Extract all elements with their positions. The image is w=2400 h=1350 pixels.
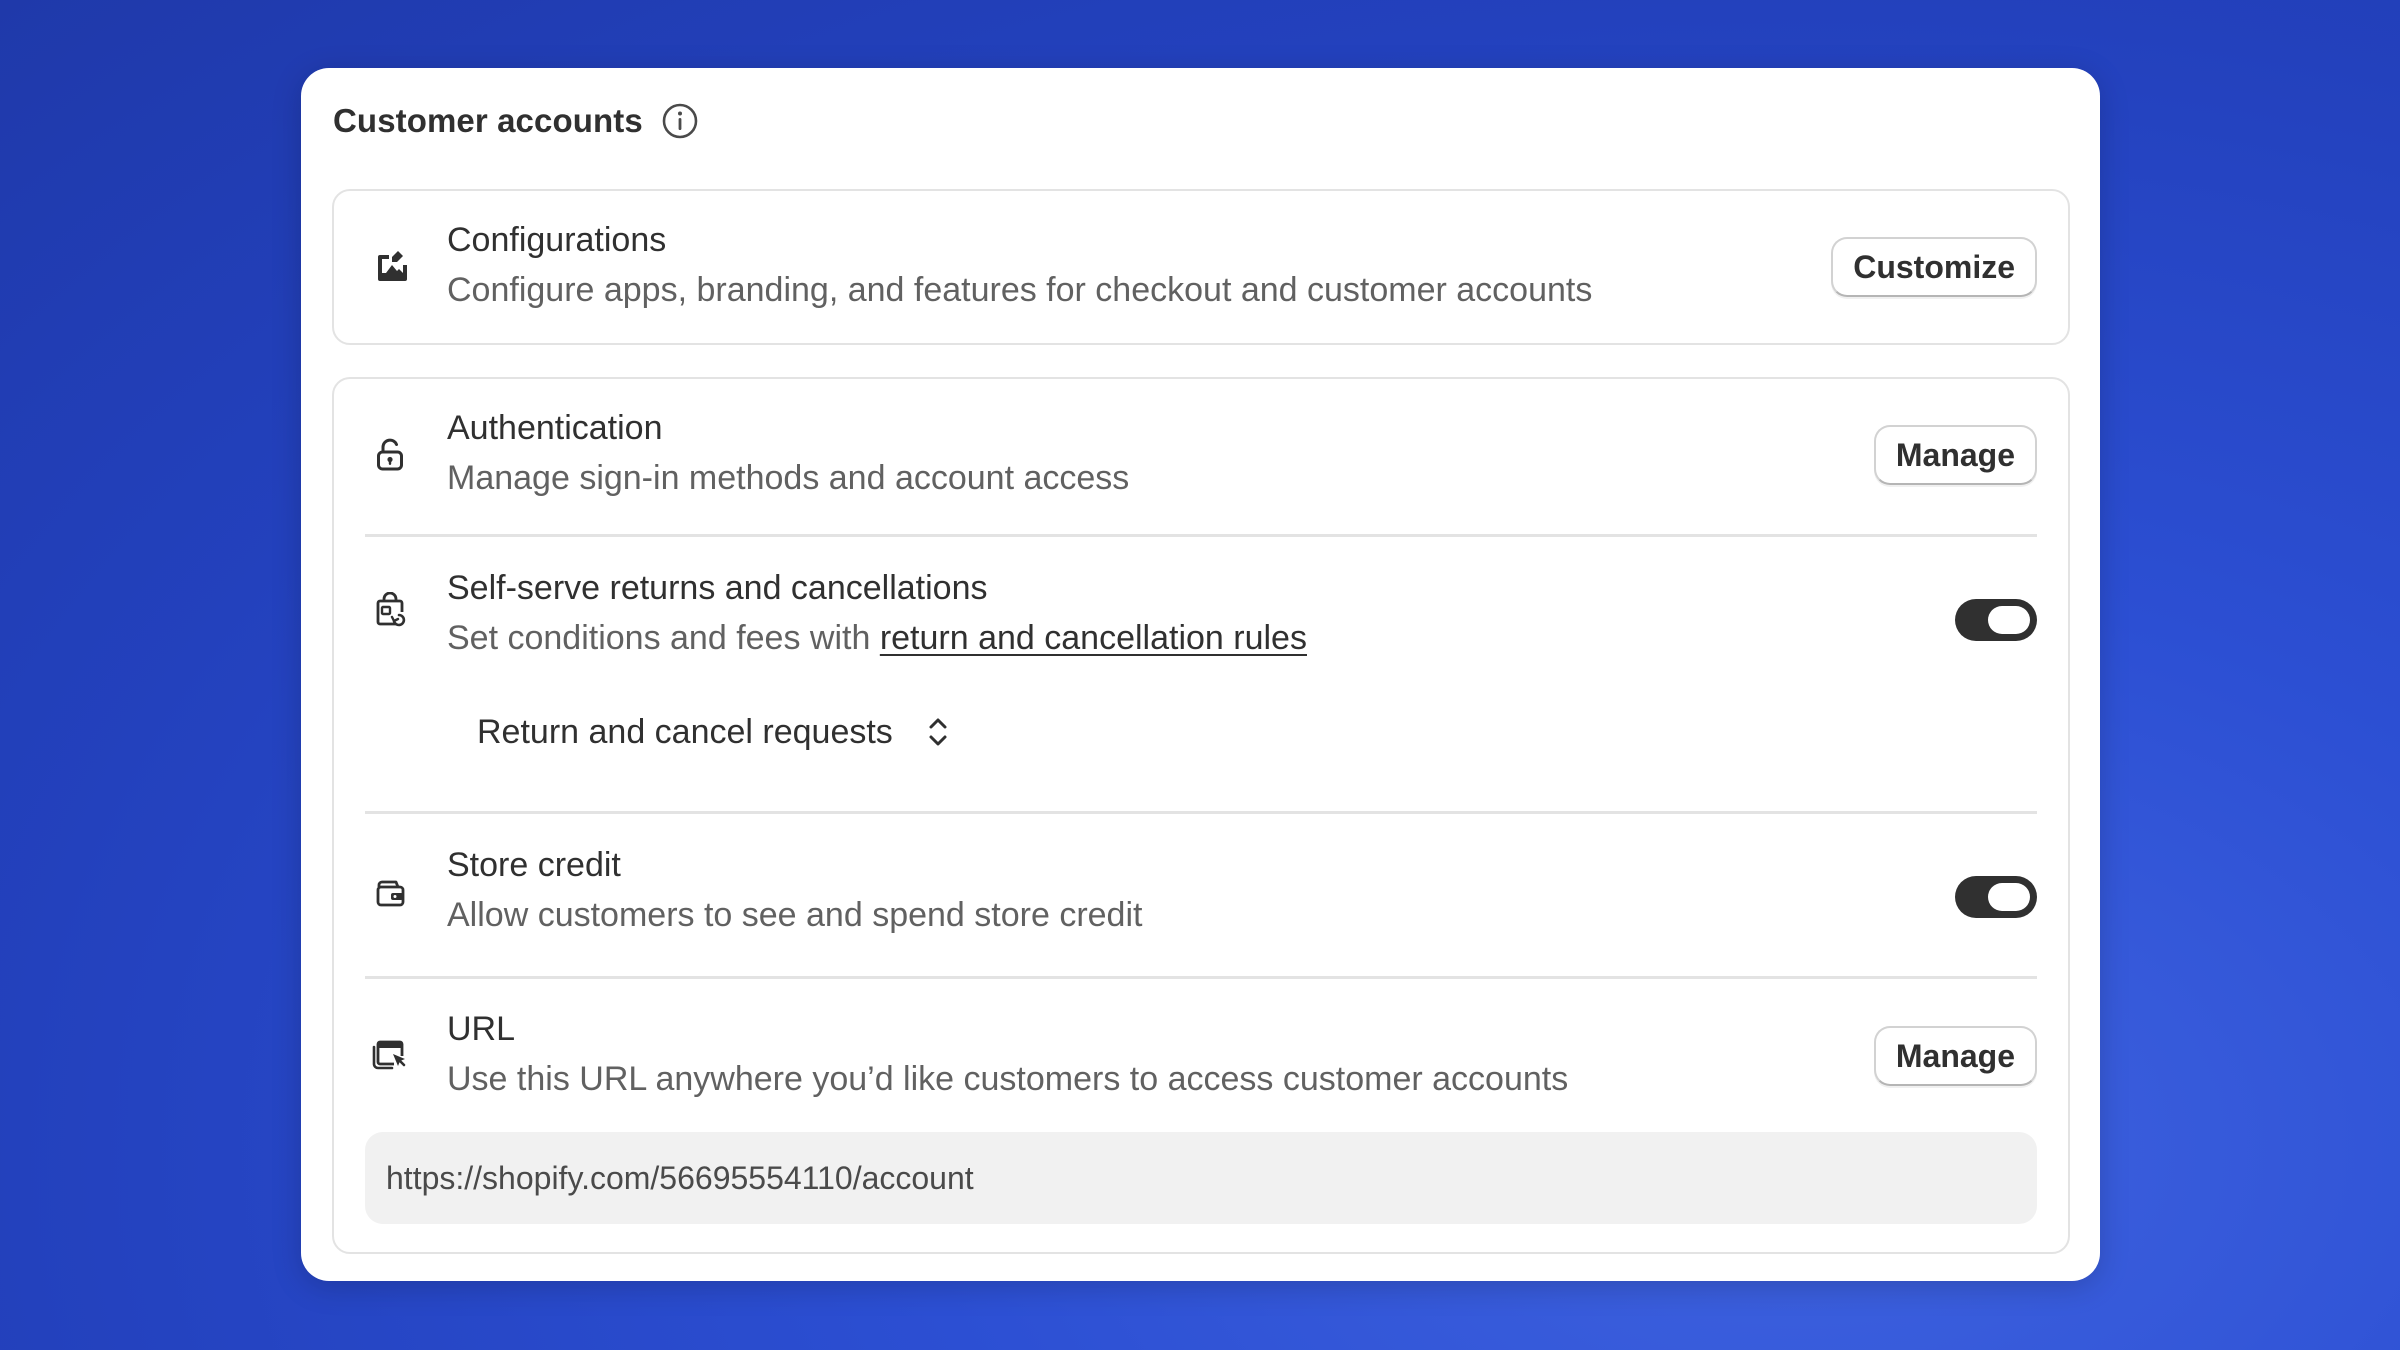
configurations-description: Configure apps, branding, and features f…: [447, 271, 1593, 309]
wallet-icon: [370, 873, 410, 913]
store-credit-row: Store credit Allow customers to see and …: [334, 813, 2068, 977]
authentication-description: Manage sign-in methods and account acces…: [447, 459, 1130, 497]
select-value: Return and cancel requests: [477, 712, 893, 751]
configurations-section: Configurations Configure apps, branding,…: [332, 189, 2070, 345]
self-serve-description-text: Set conditions and fees with: [447, 619, 880, 657]
self-serve-returns-row: Self-serve returns and cancellations Set…: [334, 536, 2068, 812]
customer-accounts-card: Customer accounts Configurations Configu…: [301, 68, 2100, 1281]
store-credit-toggle[interactable]: [1955, 876, 2037, 918]
info-icon[interactable]: [661, 102, 699, 140]
return-request-select[interactable]: Return and cancel requests: [477, 712, 953, 752]
authentication-manage-button[interactable]: Manage: [1873, 425, 2037, 485]
authentication-title: Authentication: [447, 409, 663, 447]
url-description: Use this URL anywhere you’d like custome…: [447, 1060, 1569, 1098]
chevron-up-down-icon: [929, 718, 947, 746]
self-serve-title: Self-serve returns and cancellations: [447, 569, 988, 607]
url-row: URL Use this URL anywhere you’d like cus…: [334, 978, 2068, 1254]
self-serve-description: Set conditions and fees with return and …: [447, 619, 1307, 658]
return-rules-link[interactable]: return and cancellation rules: [880, 619, 1307, 657]
url-field[interactable]: https://shopify.com/56695554110/account: [365, 1132, 2037, 1224]
customize-button[interactable]: Customize: [1831, 237, 2037, 297]
authentication-row: Authentication Manage sign-in methods an…: [334, 379, 2068, 535]
lock-icon: [370, 435, 410, 475]
browser-cursor-icon: [370, 1034, 410, 1074]
return-icon: [370, 592, 410, 632]
settings-section: Authentication Manage sign-in methods an…: [332, 377, 2070, 1254]
image-edit-icon: [370, 247, 410, 287]
card-title: Customer accounts: [333, 102, 643, 139]
card-header: Customer accounts: [333, 102, 699, 140]
toggle-knob: [1988, 883, 2030, 911]
store-credit-description: Allow customers to see and spend store c…: [447, 896, 1143, 934]
toggle-knob: [1988, 606, 2030, 634]
url-title: URL: [447, 1010, 516, 1048]
configurations-title: Configurations: [447, 221, 667, 259]
self-serve-toggle[interactable]: [1955, 599, 2037, 641]
url-manage-button[interactable]: Manage: [1873, 1026, 2037, 1086]
configurations-row: Configurations Configure apps, branding,…: [334, 191, 2068, 347]
store-credit-title: Store credit: [447, 846, 621, 884]
